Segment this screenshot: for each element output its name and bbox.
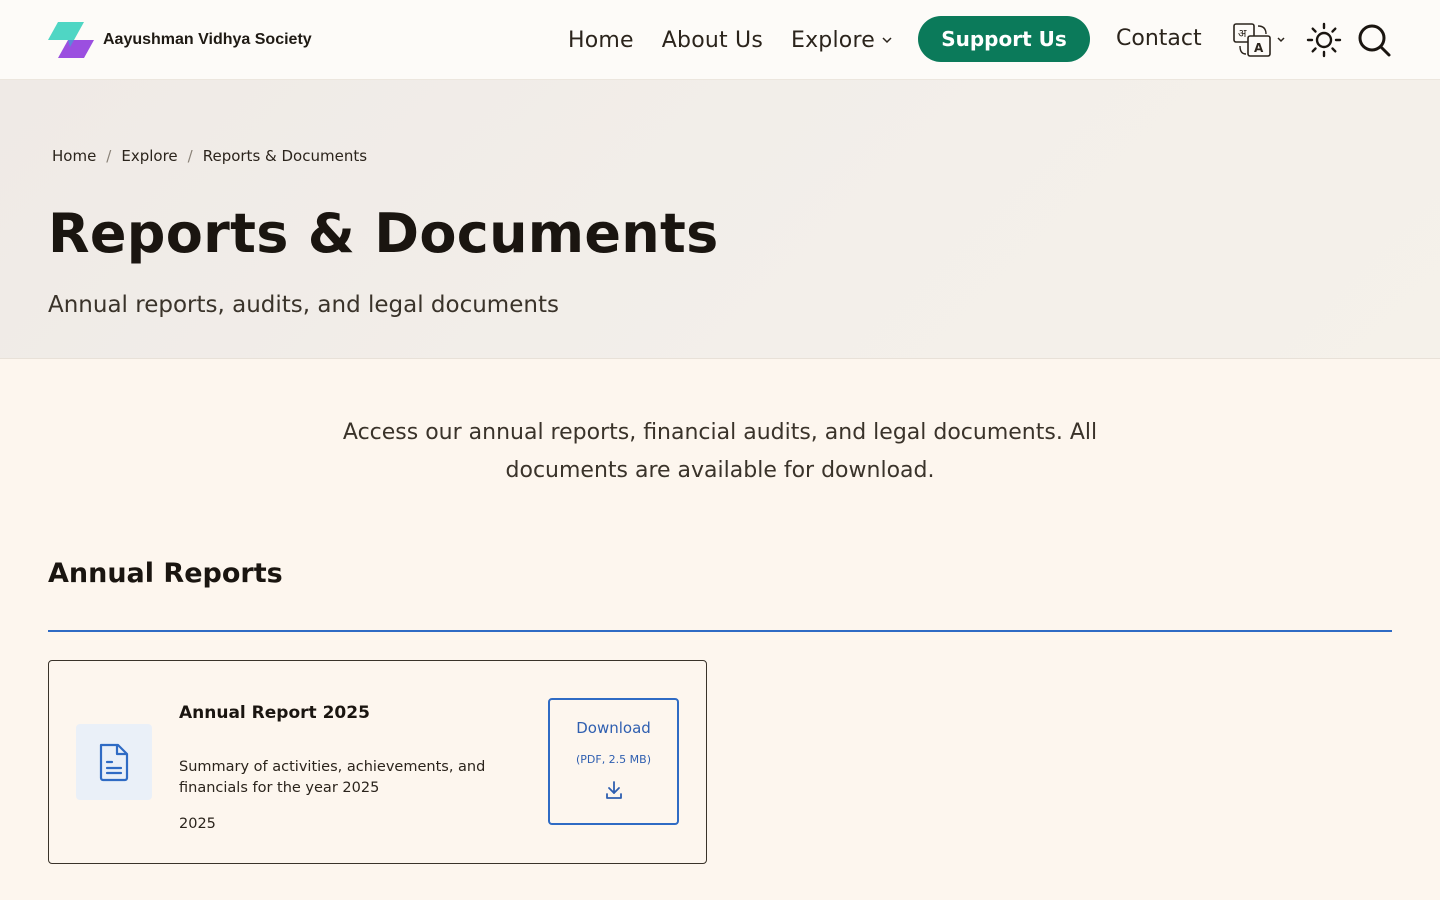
breadcrumb-separator: / [187,147,193,165]
breadcrumb-current: Reports & Documents [202,147,368,165]
svg-text:अ: अ [1238,27,1247,40]
document-icon [99,743,129,782]
chevron-down-icon [1277,37,1285,43]
download-button[interactable]: Download (PDF, 2.5 MB) [548,698,679,825]
nav-about[interactable]: About Us [662,28,763,53]
support-us-button[interactable]: Support Us [918,16,1090,62]
page-hero: Home / Explore / Reports & Documents Rep… [0,80,1440,359]
theme-toggle[interactable] [1306,22,1342,63]
brand-link[interactable]: Aayushman Vidhya Society [48,22,312,58]
breadcrumb-separator: / [106,147,112,165]
document-description: Summary of activities, achievements, and… [179,759,486,796]
download-icon [605,781,622,799]
chevron-down-icon [882,37,892,44]
document-icon-box [76,724,152,800]
document-card: Annual Report 2025 Summary of activities… [48,660,707,864]
nav-explore[interactable]: Explore [791,28,893,53]
search-button[interactable] [1356,22,1392,63]
document-title: Annual Report 2025 [179,703,370,723]
download-file-info: (PDF, 2.5 MB) [575,753,652,766]
language-translate-icon: अ A [1233,23,1271,57]
svg-text:A: A [1254,41,1264,55]
language-selector[interactable]: अ A [1232,22,1286,58]
breadcrumb-home[interactable]: Home [52,147,96,165]
nav-home[interactable]: Home [568,28,634,53]
page-title: Reports & Documents [48,202,719,265]
section-divider [48,630,1392,632]
site-header: Aayushman Vidhya Society Home About Us E… [0,0,1440,80]
brand-logo-icon [48,22,94,58]
document-year: 2025 [179,816,216,832]
page-subtitle: Annual reports, audits, and legal docume… [48,292,559,318]
nav-contact[interactable]: Contact [1116,26,1202,51]
brand-name: Aayushman Vidhya Society [103,31,312,48]
section-title-annual-reports: Annual Reports [48,558,283,589]
breadcrumb-explore[interactable]: Explore [121,147,177,165]
main-nav: Home About Us Explore [568,0,921,80]
download-label: Download [576,719,651,737]
nav-explore-label: Explore [790,27,875,53]
search-icon [1358,24,1391,57]
sun-icon [1306,22,1342,58]
intro-text: Access our annual reports, financial aud… [342,420,1098,483]
breadcrumb: Home / Explore / Reports & Documents [52,147,367,165]
